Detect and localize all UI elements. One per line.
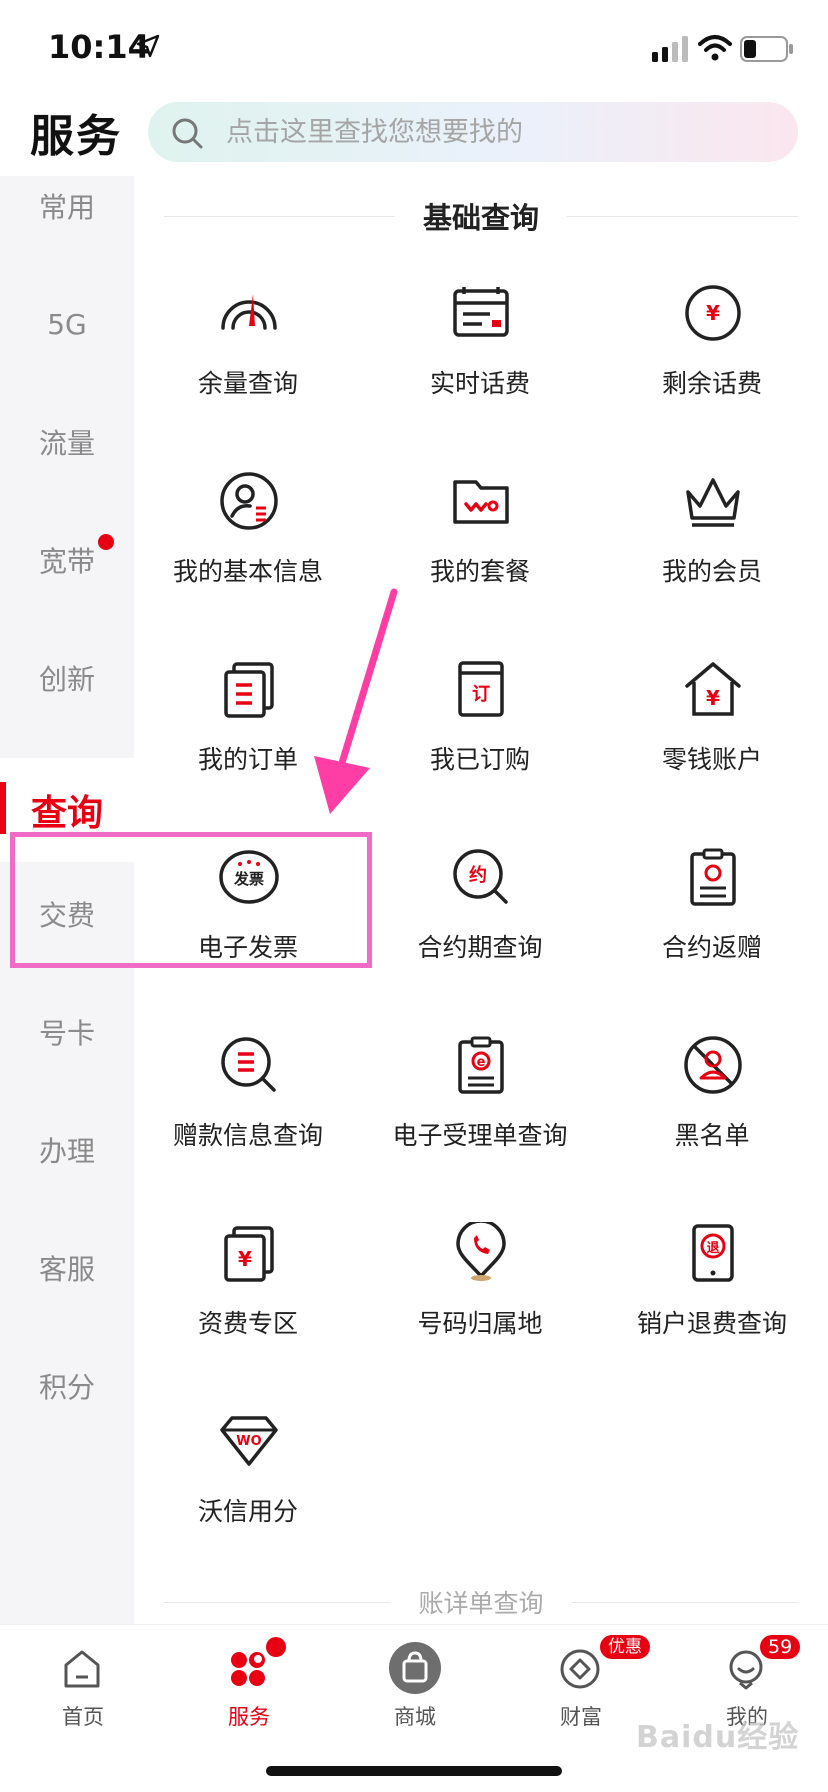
folder-icon: [453, 480, 509, 524]
tile-my-membership[interactable]: 我的会员: [596, 446, 828, 616]
diamond-wo-icon: WO: [220, 1416, 278, 1466]
tile-change-account[interactable]: ¥ 零钱账户: [596, 634, 828, 804]
blocked-user-icon: [684, 1036, 742, 1094]
sidebar-item-sim-card[interactable]: 号卡: [0, 982, 134, 1082]
sidebar-item-broadband[interactable]: 宽带: [0, 510, 134, 610]
contract-search-icon: 约: [453, 849, 508, 904]
sidebar-item-common[interactable]: 常用: [0, 156, 134, 256]
svg-text:退: 退: [706, 1241, 719, 1256]
svg-text:¥: ¥: [706, 301, 720, 325]
sidebar-item-points[interactable]: 积分: [0, 1336, 134, 1436]
services-badge-dot: [266, 1637, 286, 1657]
phone-refund-icon: 退: [692, 1224, 734, 1282]
svg-text:¥: ¥: [238, 1247, 252, 1271]
tile-contract-period[interactable]: 约 合约期查询: [364, 822, 596, 992]
mine-count-badge: 59: [760, 1635, 801, 1659]
status-time: 10:14: [48, 28, 150, 66]
location-phone-icon: [456, 1222, 506, 1281]
tile-balance-query[interactable]: 余量查询: [132, 258, 364, 428]
battery-icon: [740, 36, 793, 62]
wealth-diamond-icon: [560, 1649, 600, 1689]
svg-text:订: 订: [472, 684, 490, 705]
tile-blacklist[interactable]: 黑名单: [596, 1010, 828, 1180]
tile-number-location[interactable]: 号码归属地: [364, 1198, 596, 1368]
search-input[interactable]: [226, 102, 766, 162]
svg-text:约: 约: [469, 864, 487, 886]
search-bar[interactable]: [148, 102, 798, 162]
clipboard-rebate-icon: [690, 848, 736, 906]
bill-icon: [453, 287, 509, 337]
page-title: 服务: [30, 111, 122, 162]
sidebar-item-5g[interactable]: 5G: [0, 274, 134, 374]
svg-text:e: e: [477, 1055, 486, 1070]
svg-text:WO: WO: [236, 1434, 261, 1449]
tile-grant-info[interactable]: 赠款信息查询: [132, 1010, 364, 1180]
subscription-book-icon: 订: [458, 661, 504, 717]
tile-realtime-fee[interactable]: 实时话费: [364, 258, 596, 428]
location-arrow-icon: [136, 34, 160, 58]
nav-mall[interactable]: 商城: [332, 1639, 498, 1739]
sidebar-item-data[interactable]: 流量: [0, 392, 134, 492]
sidebar-item-handle[interactable]: 办理: [0, 1100, 134, 1200]
crown-icon: [686, 478, 740, 527]
tile-wo-credit[interactable]: WO 沃信用分: [132, 1386, 364, 1556]
home-icon: [64, 1650, 100, 1688]
sidebar-item-customer-service[interactable]: 客服: [0, 1218, 134, 1318]
section-header-basic-query: 基础查询: [164, 196, 799, 236]
tile-tariff-zone[interactable]: ¥ 资费专区: [132, 1198, 364, 1368]
annotation-arrow-icon: [314, 588, 398, 814]
clipboard-e-icon: e: [458, 1036, 504, 1094]
user-profile-icon: [220, 472, 278, 530]
nav-services[interactable]: 服务: [166, 1637, 332, 1739]
tile-electronic-receipt[interactable]: e 电子受理单查询: [364, 1010, 596, 1180]
sidebar-item-innovation[interactable]: 创新: [0, 628, 134, 728]
cell-signal-icon: [652, 36, 688, 62]
wifi-icon: [698, 35, 732, 61]
yuan-circle-icon: ¥: [685, 285, 741, 341]
tariff-cards-icon: ¥: [224, 1226, 274, 1282]
new-dot-badge: [98, 534, 114, 550]
shopping-bag-icon: [389, 1642, 441, 1694]
wealth-promo-badge: 优惠: [600, 1635, 650, 1659]
tile-contract-rebate[interactable]: 合约返赠: [596, 822, 828, 992]
house-yuan-icon: ¥: [685, 662, 741, 716]
tile-cancel-refund[interactable]: 退 销户退费查询: [596, 1198, 828, 1368]
home-indicator[interactable]: [266, 1766, 562, 1776]
tile-remaining-fee[interactable]: ¥ 剩余话费: [596, 258, 828, 428]
section-header-bill-details: 账详单查询: [164, 1582, 799, 1622]
orders-icon: [224, 662, 274, 718]
svg-text:¥: ¥: [706, 686, 720, 710]
baidu-watermark: Baidu经验: [636, 1720, 800, 1755]
annotation-highlight-box: [10, 832, 372, 968]
services-clover-icon: [231, 1652, 265, 1686]
status-bar: 10:14: [0, 0, 828, 96]
search-icon: [172, 118, 203, 149]
list-search-icon: [221, 1037, 276, 1092]
nav-home[interactable]: 首页: [0, 1639, 166, 1739]
gauge-icon: [221, 294, 277, 330]
